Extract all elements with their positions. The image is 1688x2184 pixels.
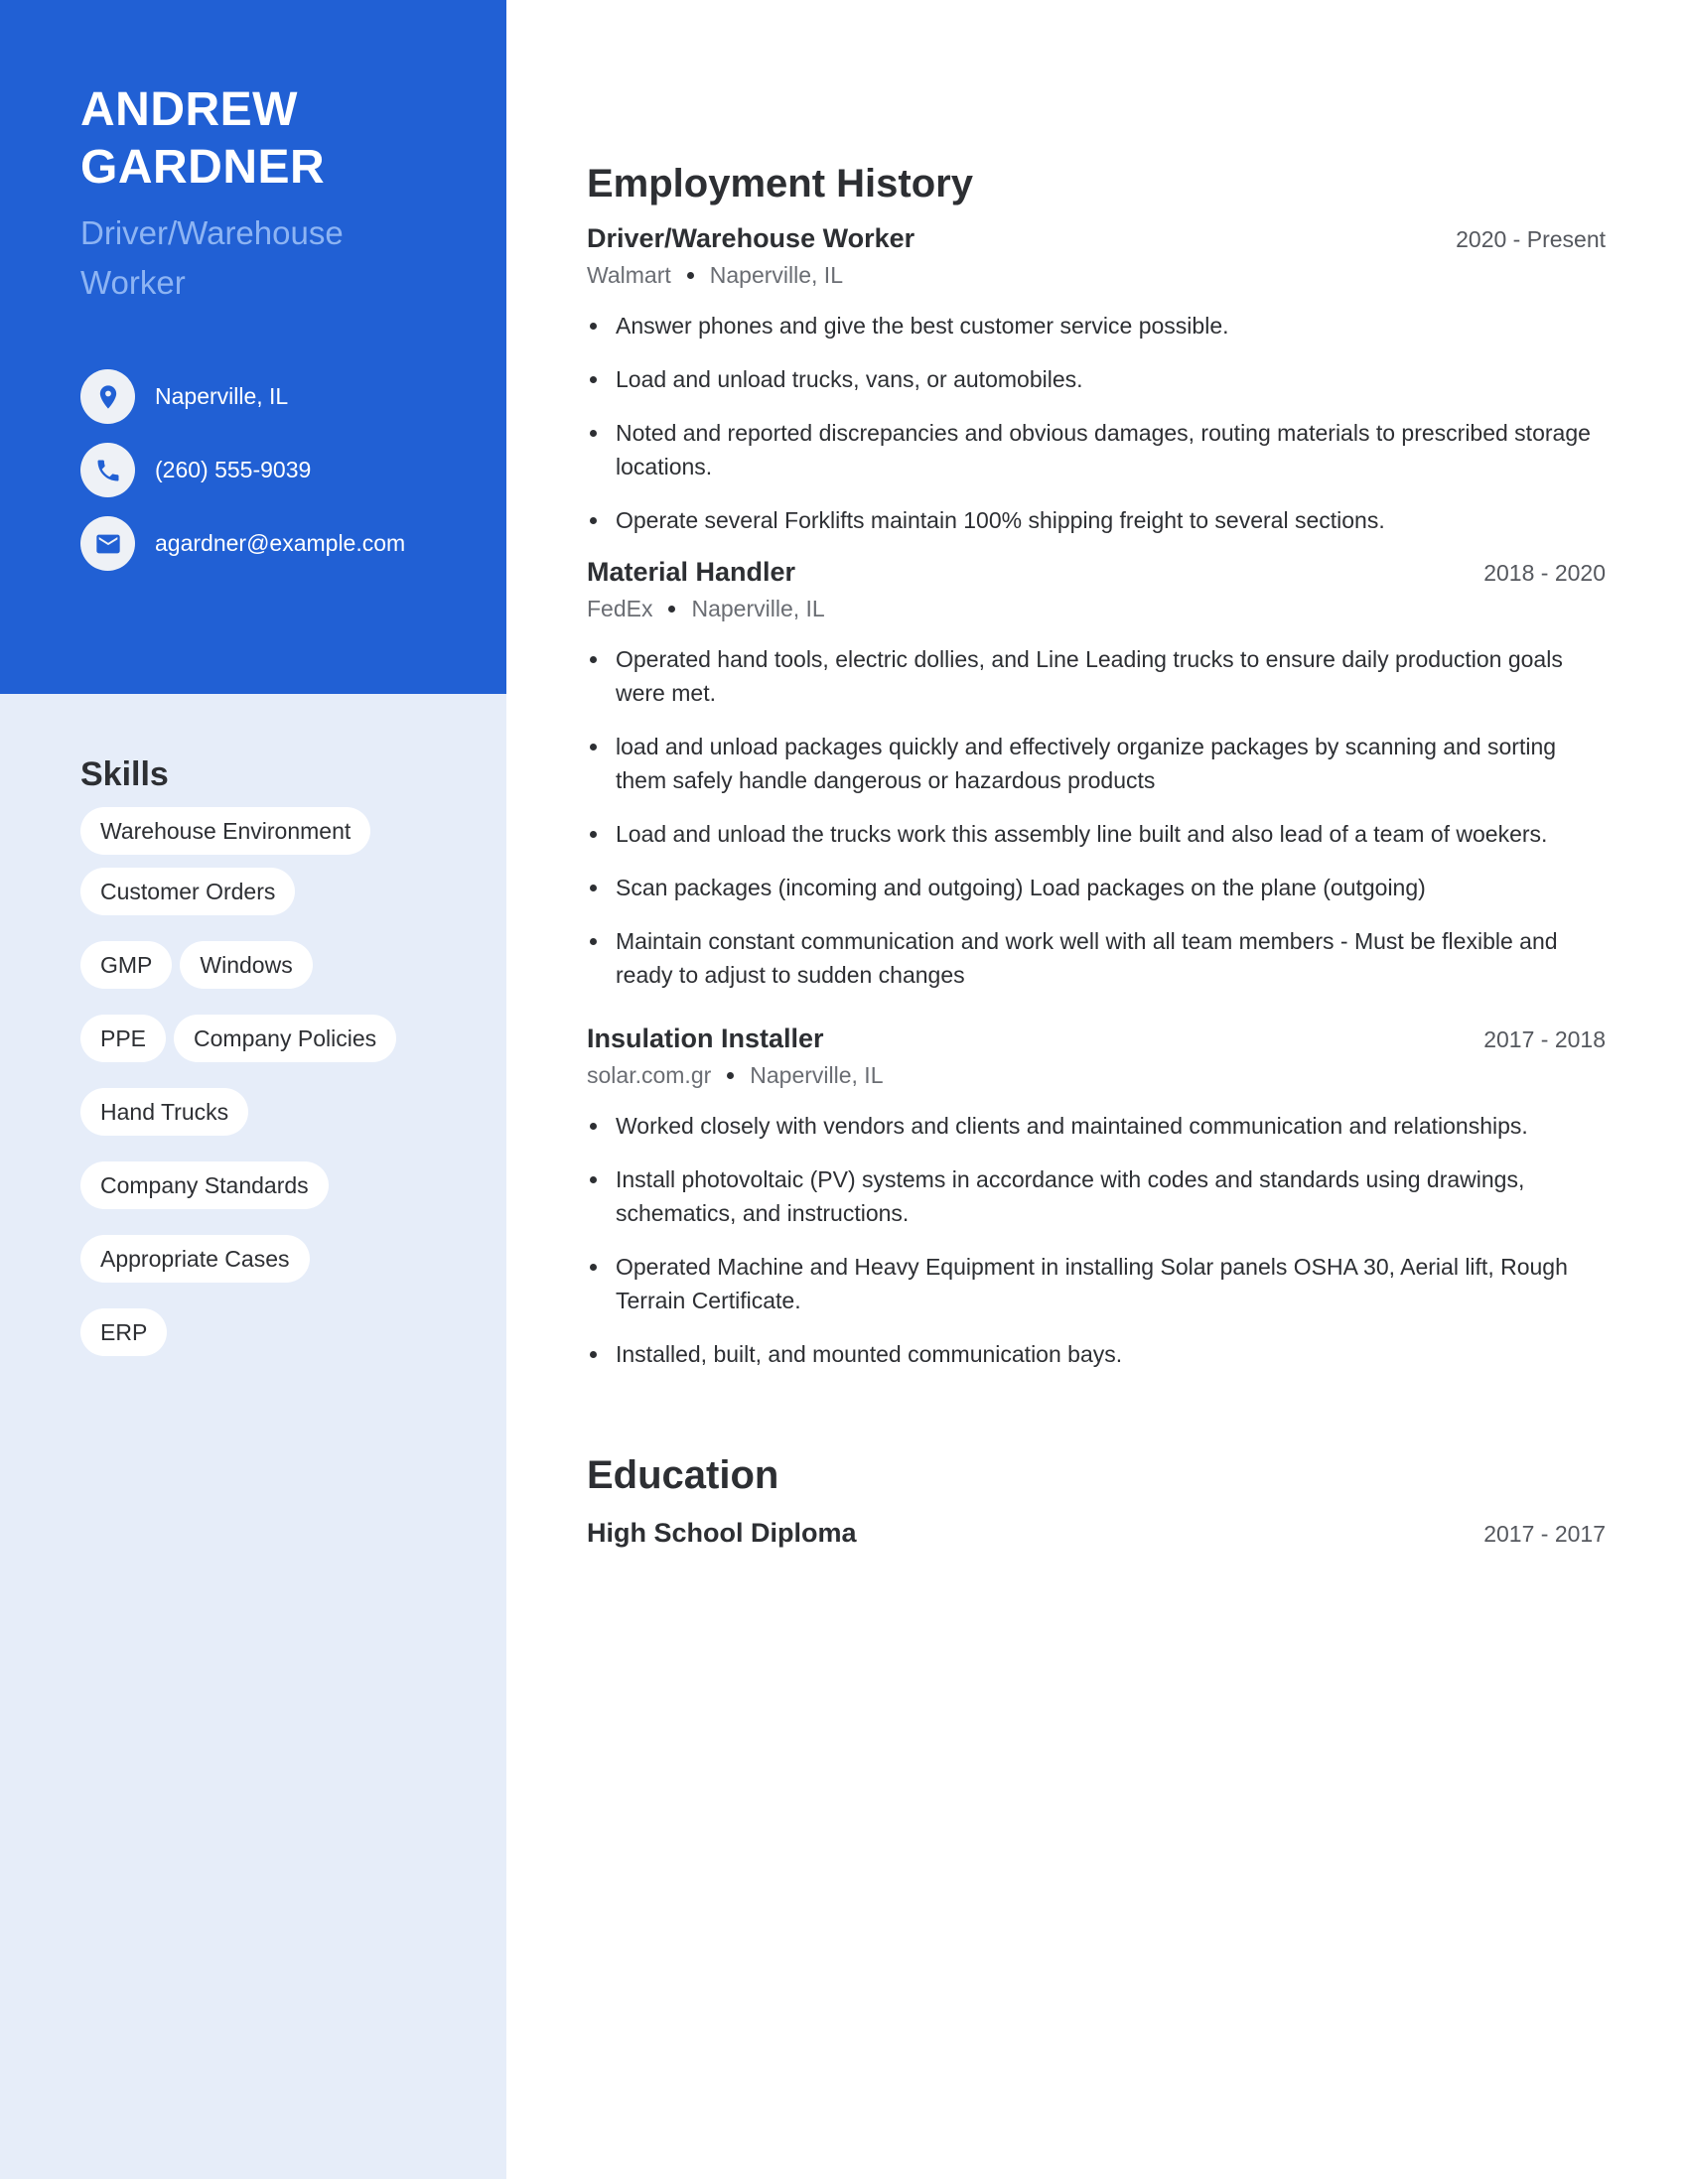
contact-phone: (260) 555-9039 [80, 443, 506, 497]
skill-tag: PPE [80, 1015, 167, 1062]
name-last: GARDNER [80, 141, 326, 194]
job-location: Naperville, IL [750, 1062, 884, 1088]
contact-email[interactable]: agardner@example.com [80, 516, 506, 571]
education-section: Education High School Diploma 2017 - 201… [587, 1450, 1606, 1549]
contact-location: Naperville, IL [80, 369, 506, 424]
job-header: Material Handler 2018 - 2020 [587, 557, 1606, 588]
main-content: Employment History Driver/Warehouse Work… [587, 159, 1606, 1549]
job-location: Naperville, IL [691, 596, 825, 621]
skill-tag: Appropriate Cases [80, 1235, 310, 1283]
job-dates: 2017 - 2018 [1483, 1026, 1606, 1052]
name-first: ANDREW [80, 83, 298, 136]
skill-list: Warehouse Environment Customer Orders GM… [80, 807, 438, 1356]
skills-title: Skills [80, 755, 169, 793]
job-bullet: Load and unload trucks, vans, or automob… [587, 362, 1606, 396]
contact-location-text: Naperville, IL [155, 383, 289, 409]
skill-tag: Company Standards [80, 1161, 329, 1209]
job-bullet: Install photovoltaic (PV) systems in acc… [587, 1162, 1606, 1230]
job-company: Walmart [587, 262, 671, 288]
job-entry: Material Handler 2018 - 2020 FedEx Naper… [587, 557, 1606, 992]
education-dates: 2017 - 2017 [1483, 1521, 1606, 1547]
job-location: Naperville, IL [709, 262, 843, 288]
job-bullet: Installed, built, and mounted communicat… [587, 1337, 1606, 1371]
job-bullets: Worked closely with vendors and clients … [587, 1109, 1606, 1371]
job-bullet: Operated hand tools, electric dollies, a… [587, 642, 1606, 710]
employment-title: Employment History [587, 162, 973, 205]
job-company: FedEx [587, 596, 653, 621]
candidate-title: Driver/Warehouse Worker [80, 214, 344, 301]
job-title: Driver/Warehouse Worker [587, 223, 915, 253]
job-dates: 2020 - Present [1456, 226, 1606, 252]
job-bullet: Operate several Forklifts maintain 100% … [587, 503, 1606, 537]
job-bullet: Noted and reported discrepancies and obv… [587, 416, 1606, 483]
skill-tag: Windows [180, 941, 313, 989]
job-dates: 2018 - 2020 [1483, 560, 1606, 586]
sidebar: ANDREW GARDNER Driver/Warehouse Worker N… [0, 0, 506, 2179]
job-title: Material Handler [587, 557, 796, 587]
contact-phone-text: (260) 555-9039 [155, 457, 312, 482]
skill-tag: Company Policies [174, 1015, 397, 1062]
phone-icon [80, 443, 135, 497]
skill-tag: Hand Trucks [80, 1088, 249, 1136]
education-entry: High School Diploma 2017 - 2017 [587, 1518, 1606, 1549]
job-meta: solar.com.gr Naperville, IL [587, 1062, 1606, 1089]
education-title: Education [587, 1453, 779, 1497]
contact-list: Naperville, IL (260) 555-9039 agardner@e… [80, 369, 506, 571]
job-bullet: Operated Machine and Heavy Equipment in … [587, 1250, 1606, 1317]
job-meta: Walmart Naperville, IL [587, 262, 1606, 289]
separator-dot [668, 606, 676, 613]
job-title: Insulation Installer [587, 1024, 824, 1053]
education-degree: High School Diploma [587, 1518, 857, 1548]
job-bullets: Answer phones and give the best customer… [587, 309, 1606, 537]
job-bullet: Load and unload the trucks work this ass… [587, 817, 1606, 851]
job-entry: Driver/Warehouse Worker 2020 - Present W… [587, 223, 1606, 537]
job-meta: FedEx Naperville, IL [587, 596, 1606, 622]
skills-section: Skills Warehouse Environment Customer Or… [0, 694, 506, 1356]
skill-tag: Customer Orders [80, 868, 296, 915]
skill-tag: GMP [80, 941, 173, 989]
job-bullet: Answer phones and give the best customer… [587, 309, 1606, 342]
candidate-name: ANDREW GARDNER [80, 81, 506, 197]
skill-tag: Warehouse Environment [80, 807, 371, 855]
job-bullet: load and unload packages quickly and eff… [587, 730, 1606, 797]
location-pin-icon [80, 369, 135, 424]
job-header: Driver/Warehouse Worker 2020 - Present [587, 223, 1606, 254]
job-bullet: Scan packages (incoming and outgoing) Lo… [587, 871, 1606, 904]
separator-dot [727, 1072, 735, 1079]
mail-icon [80, 516, 135, 571]
job-entry: Insulation Installer 2017 - 2018 solar.c… [587, 1024, 1606, 1371]
employment-section: Employment History Driver/Warehouse Work… [587, 159, 1606, 1371]
sidebar-header: ANDREW GARDNER Driver/Warehouse Worker N… [0, 0, 506, 694]
job-header: Insulation Installer 2017 - 2018 [587, 1024, 1606, 1054]
job-bullets: Operated hand tools, electric dollies, a… [587, 642, 1606, 992]
separator-dot [686, 272, 694, 279]
skill-tag: ERP [80, 1308, 168, 1356]
contact-email-text[interactable]: agardner@example.com [155, 530, 405, 557]
job-bullet: Maintain constant communication and work… [587, 924, 1606, 992]
job-bullet: Worked closely with vendors and clients … [587, 1109, 1606, 1143]
job-company: solar.com.gr [587, 1062, 712, 1088]
